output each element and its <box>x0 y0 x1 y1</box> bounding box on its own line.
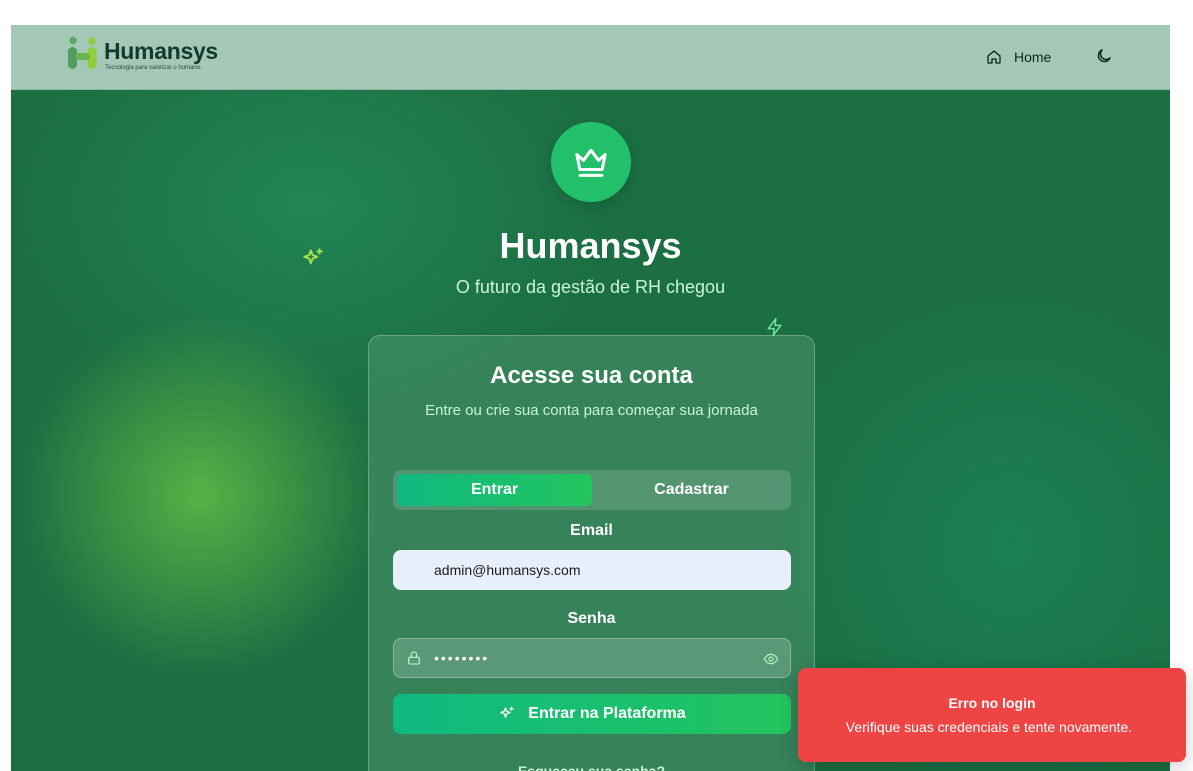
email-label: Email <box>570 522 613 539</box>
hero-title: Humansys <box>499 225 682 266</box>
login-page: Humansys Tecnologia para valorizar o hum… <box>11 25 1170 771</box>
toast-title: Erro no login <box>948 695 1036 711</box>
sparkles-icon <box>500 706 514 718</box>
nav-home-link[interactable]: Home <box>986 45 1051 69</box>
submit-label: Entrar na Plataforma <box>528 705 686 722</box>
login-submit-button[interactable]: Entrar na Plataforma <box>393 694 791 734</box>
eye-icon[interactable] <box>763 651 779 667</box>
email-field[interactable]: admin@humansys.com <box>393 550 791 590</box>
home-icon <box>987 50 1001 64</box>
auth-tabs: Entrar Cadastrar <box>393 470 791 510</box>
error-toast[interactable]: Erro no login Verifique suas credenciais… <box>798 668 1186 762</box>
tab-entrar[interactable]: Entrar <box>397 474 592 506</box>
password-label: Senha <box>567 610 616 627</box>
card-subtitle: Entre ou crie sua conta para começar sua… <box>425 402 758 419</box>
card-title: Acesse sua conta <box>490 362 693 389</box>
hero-subtitle: O futuro da gestão de RH chegou <box>455 277 726 297</box>
top-navbar: Humansys Tecnologia para valorizar o hum… <box>11 25 1170 90</box>
brand-logo[interactable]: Humansys Tecnologia para valorizar o hum… <box>67 36 227 76</box>
lock-icon <box>408 651 420 665</box>
humansys-logo-icon <box>68 36 97 69</box>
toast-message: Verifique suas credenciais e tente novam… <box>845 719 1133 735</box>
hero-badge <box>551 122 631 202</box>
brand-tagline: Tecnologia para valorizar o humano. <box>105 65 202 71</box>
login-card: Acesse sua conta Entre ou crie sua conta… <box>368 335 815 771</box>
password-field[interactable]: •••••••• <box>393 638 791 678</box>
moon-icon <box>1097 49 1111 63</box>
tab-cadastrar[interactable]: Cadastrar <box>596 474 787 506</box>
crown-icon <box>575 148 607 177</box>
theme-toggle-button[interactable] <box>1095 47 1115 67</box>
brand-name: Humansys <box>104 38 218 64</box>
email-value: admin@humansys.com <box>434 562 581 578</box>
zap-icon <box>767 317 782 337</box>
forgot-password-link[interactable]: Esqueceu sua senha? <box>369 763 814 771</box>
password-value: •••••••• <box>434 650 490 666</box>
nav-home-label: Home <box>1014 49 1052 65</box>
